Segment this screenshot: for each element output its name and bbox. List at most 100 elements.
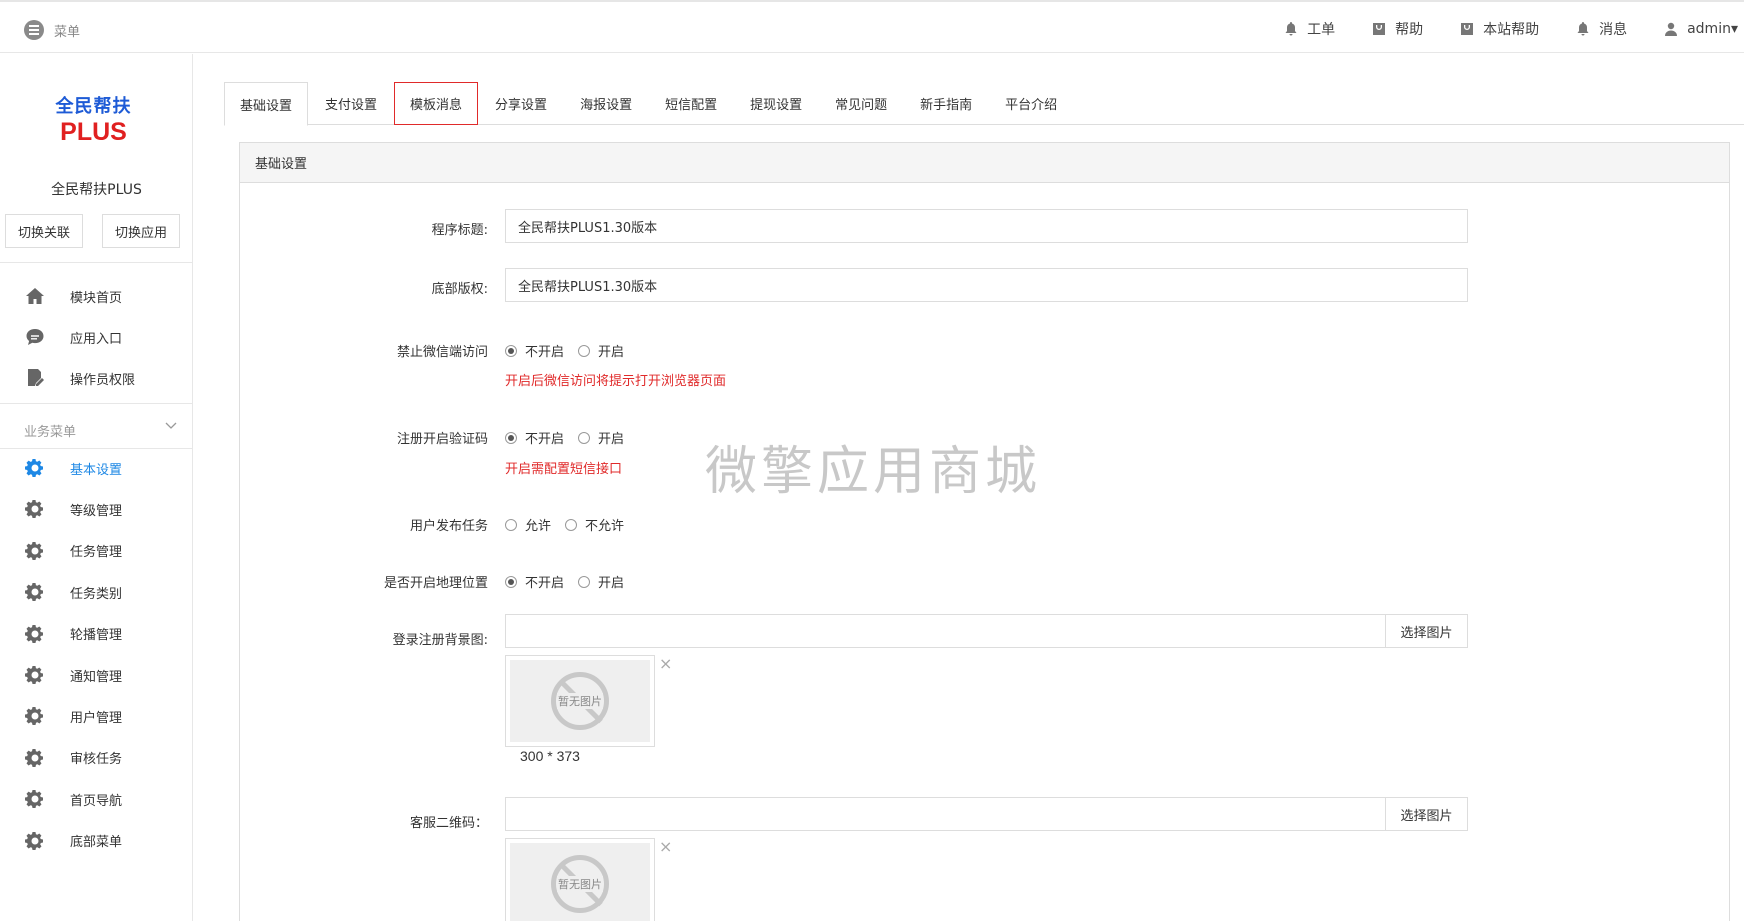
close-icon[interactable]: ×	[659, 839, 672, 855]
login-bg-size: 300 * 373	[520, 748, 580, 764]
topnav-site-help[interactable]: 本站帮助	[1459, 19, 1539, 39]
no-image-icon: 暂无图片	[551, 672, 609, 730]
user-publish-allow-radio[interactable]: 允许	[505, 515, 551, 534]
program-title-label: 程序标题:	[431, 223, 488, 238]
reg-code-label: 注册开启验证码	[396, 432, 488, 447]
app-name: 全民帮扶PLUS	[51, 182, 142, 198]
copyright-input[interactable]: 全民帮扶PLUS1.30版本	[505, 268, 1468, 302]
chat-icon	[24, 326, 46, 348]
tab-8[interactable]: 新手指南	[904, 82, 988, 125]
topnav-messages[interactable]: 消息	[1575, 19, 1627, 39]
tab-7[interactable]: 常见问题	[819, 82, 903, 125]
user-icon	[1665, 22, 1678, 36]
tab-2[interactable]: 模板消息	[394, 82, 479, 125]
no-image-icon: 暂无图片	[551, 855, 609, 913]
topnav-help[interactable]: 帮助	[1371, 19, 1423, 39]
edit-doc-icon	[24, 367, 46, 389]
user-publish-label: 用户发布任务	[409, 519, 488, 534]
watermark: 微擎应用商城	[705, 442, 1042, 502]
chevron-down-icon[interactable]	[165, 420, 177, 432]
topnav-user[interactable]: admin▾	[1663, 21, 1738, 37]
geo-off-radio[interactable]: 不开启	[505, 572, 564, 591]
geo-on-radio[interactable]: 开启	[578, 572, 624, 591]
tab-0[interactable]: 基础设置	[224, 82, 309, 126]
switch-relation-button[interactable]: 切换关联	[5, 214, 84, 248]
sidebar-item-task-mgmt[interactable]: 任务管理	[0, 531, 193, 571]
gear-icon	[24, 498, 46, 520]
switch-app-button[interactable]: 切换应用	[102, 214, 181, 248]
topnav-ticket[interactable]: 工单	[1283, 19, 1335, 39]
divider	[0, 403, 193, 404]
sidebar-item-carousel-mgmt[interactable]: 轮播管理	[0, 614, 193, 654]
reg-code-radio-group: 不开启 开启	[505, 428, 638, 447]
home-icon	[24, 285, 46, 307]
wechat-block-on-radio[interactable]: 开启	[578, 341, 624, 360]
sidebar-item-module-home[interactable]: 模块首页	[0, 276, 193, 316]
gear-icon	[24, 623, 46, 645]
gear-icon	[24, 457, 46, 479]
program-title-input[interactable]: 全民帮扶PLUS1.30版本	[505, 209, 1468, 243]
bell-icon	[1577, 22, 1589, 36]
sidebar-item-review-task[interactable]: 审核任务	[0, 738, 193, 778]
wechat-block-label: 禁止微信端访问	[396, 345, 488, 360]
list-icon	[24, 20, 44, 40]
divider	[0, 262, 193, 263]
menu-label: 菜单	[54, 24, 81, 40]
bell-icon	[1285, 22, 1297, 36]
geo-radio-group: 不开启 开启	[505, 572, 638, 591]
gear-icon	[24, 705, 46, 727]
reg-code-hint: 开启需配置短信接口	[505, 462, 623, 477]
tab-9[interactable]: 平台介绍	[989, 82, 1073, 125]
reg-code-on-radio[interactable]: 开启	[578, 428, 624, 447]
top-bar: 菜单 工单 帮助 本站帮助 消息 admin▾	[0, 0, 1744, 53]
qrcode-thumbnail: 暂无图片	[505, 838, 655, 921]
tab-6[interactable]: 提现设置	[734, 82, 818, 125]
bag-icon	[1461, 23, 1474, 35]
geo-label: 是否开启地理位置	[383, 576, 488, 591]
settings-tabs: 基础设置 支付设置 模板消息 分享设置 海报设置 短信配置 提现设置 常见问题 新手指南 平台介绍	[224, 82, 1744, 126]
app-logo: 全民帮扶 PLUS	[55, 96, 132, 146]
panel-title: 基础设置	[240, 143, 1729, 183]
tab-4[interactable]: 海报设置	[564, 82, 648, 125]
gear-icon	[24, 664, 46, 686]
sidebar-item-home-nav[interactable]: 首页导航	[0, 779, 193, 819]
menu-toggle[interactable]: 菜单	[24, 20, 80, 40]
wechat-block-radio-group: 不开启 开启	[505, 341, 638, 360]
login-bg-thumbnail: 暂无图片	[505, 655, 655, 747]
login-bg-input[interactable]	[506, 615, 1385, 647]
qrcode-input[interactable]	[506, 798, 1385, 830]
copyright-label: 底部版权:	[431, 282, 488, 297]
sidebar-item-user-mgmt[interactable]: 用户管理	[0, 696, 193, 736]
gear-icon	[24, 540, 46, 562]
tab-5[interactable]: 短信配置	[649, 82, 733, 125]
qrcode-file-group: 选择图片	[505, 797, 1468, 831]
group-label-business: 业务菜单	[24, 425, 77, 440]
wechat-block-hint: 开启后微信访问将提示打开浏览器页面	[505, 374, 727, 389]
sidebar-item-bottom-menu[interactable]: 底部菜单	[0, 821, 193, 861]
login-bg-select-button[interactable]: 选择图片	[1385, 615, 1467, 647]
tab-1[interactable]: 支付设置	[309, 82, 393, 125]
login-bg-label: 登录注册背景图:	[392, 633, 488, 648]
wechat-block-off-radio[interactable]: 不开启	[505, 341, 564, 360]
gear-icon	[24, 788, 46, 810]
tab-3[interactable]: 分享设置	[479, 82, 563, 125]
sidebar-item-operator-perm[interactable]: 操作员权限	[0, 358, 193, 398]
sidebar: 全民帮扶 PLUS 全民帮扶PLUS 切换关联 切换应用 模块首页 应用入口 操…	[0, 54, 193, 921]
gear-icon	[24, 581, 46, 603]
sidebar-item-level-mgmt[interactable]: 等级管理	[0, 489, 193, 529]
bag-icon	[1373, 23, 1386, 35]
sidebar-item-notice-mgmt[interactable]: 通知管理	[0, 655, 193, 695]
user-publish-deny-radio[interactable]: 不允许	[565, 515, 624, 534]
gear-icon	[24, 747, 46, 769]
gear-icon	[24, 830, 46, 852]
qrcode-label: 客服二维码：	[409, 816, 488, 831]
qrcode-select-button[interactable]: 选择图片	[1385, 798, 1467, 830]
reg-code-off-radio[interactable]: 不开启	[505, 428, 564, 447]
close-icon[interactable]: ×	[659, 656, 672, 672]
sidebar-item-basic-settings[interactable]: 基本设置	[0, 448, 193, 488]
sidebar-item-task-category[interactable]: 任务类别	[0, 572, 193, 612]
sidebar-item-app-entry[interactable]: 应用入口	[0, 317, 193, 357]
user-publish-radio-group: 允许 不允许	[505, 515, 638, 534]
top-nav: 工单 帮助 本站帮助 消息 admin▾	[1283, 19, 1744, 39]
login-bg-file-group: 选择图片	[505, 614, 1468, 648]
